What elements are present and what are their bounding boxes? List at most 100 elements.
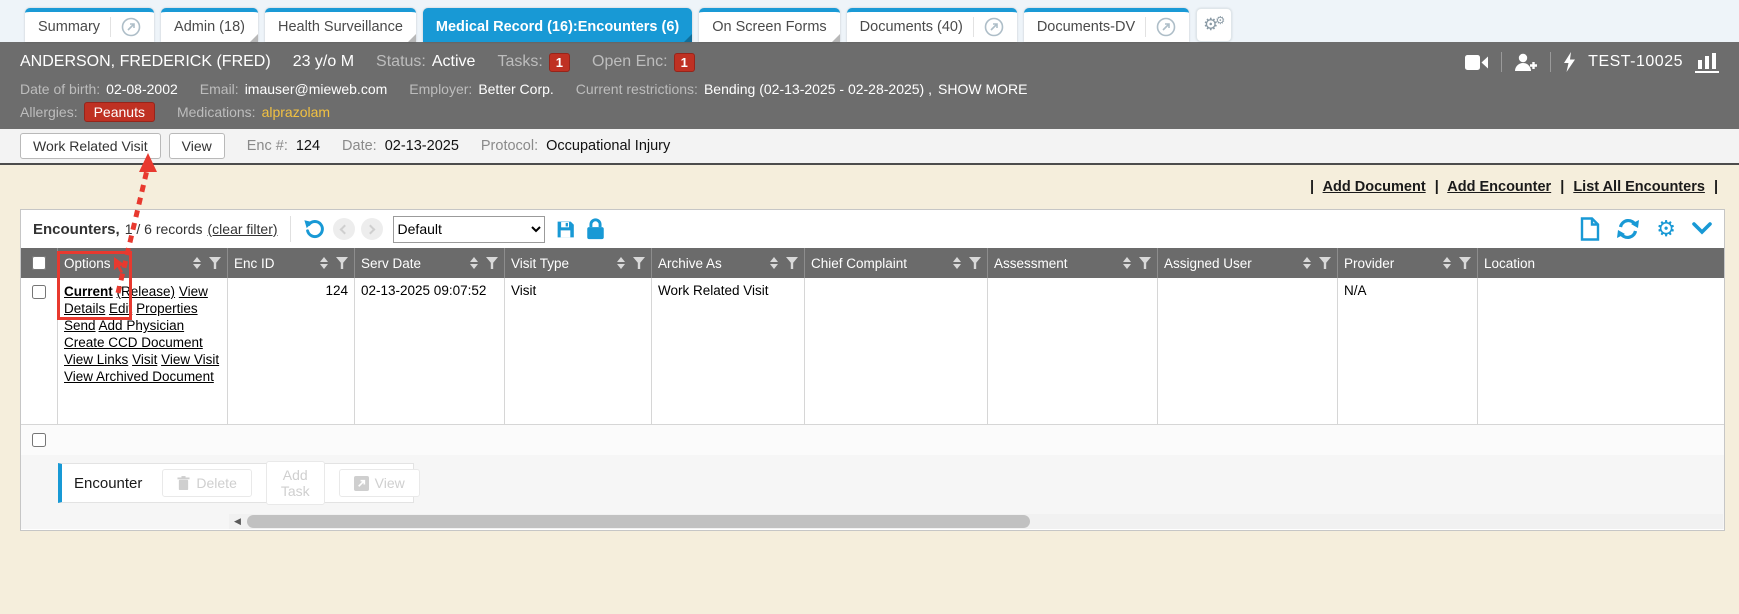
view-button[interactable]: View bbox=[169, 133, 225, 159]
option-link-edit[interactable]: Edit bbox=[109, 301, 132, 316]
grid-toolbar: Encounters, 1 / 6 records (clear filter)… bbox=[21, 210, 1724, 248]
external-link-icon[interactable] bbox=[110, 17, 141, 37]
option-link-properties[interactable]: Properties bbox=[136, 301, 198, 316]
tab-admin[interactable]: Admin (18) bbox=[161, 8, 258, 42]
scrollbar-thumb[interactable] bbox=[247, 515, 1030, 528]
column-header-provider[interactable]: Provider bbox=[1338, 248, 1478, 278]
filter-funnel-icon[interactable] bbox=[336, 257, 348, 269]
column-header-options[interactable]: Options bbox=[58, 248, 228, 278]
column-header-archive-as[interactable]: Archive As bbox=[652, 248, 805, 278]
row-checkbox[interactable] bbox=[32, 285, 46, 299]
column-header-enc-id[interactable]: Enc ID bbox=[228, 248, 355, 278]
bulk-select-checkbox[interactable] bbox=[32, 433, 46, 447]
sort-icon[interactable] bbox=[1303, 257, 1311, 269]
work-related-visit-button[interactable]: Work Related Visit bbox=[20, 133, 161, 159]
column-header-visit-type[interactable]: Visit Type bbox=[505, 248, 652, 278]
external-link-icon[interactable] bbox=[1145, 17, 1176, 37]
grid-settings-gear-icon[interactable]: ⚙︎ bbox=[1656, 218, 1676, 240]
date-label: Date: bbox=[342, 138, 377, 154]
sort-icon[interactable] bbox=[617, 257, 625, 269]
tab-documents[interactable]: Documents (40) bbox=[847, 8, 1017, 42]
option-link-current[interactable]: Current bbox=[64, 284, 113, 299]
previous-page-icon[interactable] bbox=[333, 218, 355, 240]
option-link-view-visit[interactable]: View Visit bbox=[161, 352, 219, 367]
medications-label: Medications: bbox=[177, 104, 256, 120]
filter-funnel-icon[interactable] bbox=[486, 257, 498, 269]
tasks-count-badge[interactable]: 1 bbox=[549, 53, 570, 72]
lock-view-icon[interactable] bbox=[586, 218, 605, 240]
filter-funnel-icon[interactable] bbox=[1139, 257, 1151, 269]
external-link-icon[interactable] bbox=[973, 17, 1004, 37]
sort-icon[interactable] bbox=[1443, 257, 1451, 269]
scrollbar-track[interactable] bbox=[246, 514, 1723, 529]
column-header-location[interactable]: Location bbox=[1478, 248, 1724, 278]
option-link-view-links[interactable]: View Links bbox=[64, 352, 128, 367]
sort-icon[interactable] bbox=[770, 257, 778, 269]
column-header-assessment[interactable]: Assessment bbox=[988, 248, 1158, 278]
reset-undo-icon[interactable] bbox=[303, 218, 325, 240]
tab-medical-record-encounters[interactable]: Medical Record (16):Encounters (6) bbox=[423, 8, 692, 42]
column-header-chief-complaint[interactable]: Chief Complaint bbox=[805, 248, 988, 278]
option-link-create-ccd[interactable]: Create CCD Document bbox=[64, 335, 203, 350]
sort-icon[interactable] bbox=[1123, 257, 1131, 269]
employer-label: Employer: bbox=[409, 81, 472, 97]
column-header-serv-date[interactable]: Serv Date bbox=[355, 248, 505, 278]
option-link-release[interactable]: (Release) bbox=[117, 284, 176, 299]
option-link-view-archived-document[interactable]: View Archived Document bbox=[64, 369, 214, 384]
option-link-visit[interactable]: Visit bbox=[132, 352, 157, 367]
refresh-icon[interactable] bbox=[1616, 217, 1640, 241]
add-encounter-link[interactable]: Add Encounter bbox=[1447, 179, 1551, 195]
filter-funnel-icon[interactable] bbox=[1319, 257, 1331, 269]
option-link-send[interactable]: Send bbox=[64, 318, 96, 333]
add-document-link[interactable]: Add Document bbox=[1323, 179, 1426, 195]
sort-icon[interactable] bbox=[470, 257, 478, 269]
allergy-badge[interactable]: Peanuts bbox=[84, 102, 155, 122]
option-link-add-physician[interactable]: Add Physician bbox=[99, 318, 185, 333]
medication-value[interactable]: alprazolam bbox=[262, 104, 330, 120]
select-all-checkbox[interactable] bbox=[32, 256, 46, 270]
filter-funnel-icon[interactable] bbox=[633, 257, 645, 269]
provider-cell: N/A bbox=[1338, 278, 1478, 424]
collapse-chevron-down-icon[interactable] bbox=[1692, 222, 1712, 236]
open-enc-count-badge[interactable]: 1 bbox=[674, 53, 695, 72]
lightning-bolt-icon[interactable] bbox=[1563, 52, 1576, 72]
options-cell: Current (Release) View Details Edit Prop… bbox=[58, 278, 228, 424]
tab-bar: Summary Admin (18) Health Surveillance M… bbox=[0, 0, 1739, 42]
delete-button[interactable]: Delete bbox=[162, 469, 251, 497]
sort-icon[interactable] bbox=[953, 257, 961, 269]
location-cell bbox=[1478, 278, 1724, 424]
flowsheet-chart-icon[interactable] bbox=[1695, 52, 1719, 73]
filter-funnel-icon[interactable] bbox=[209, 257, 221, 269]
tab-on-screen-forms[interactable]: On Screen Forms bbox=[699, 8, 839, 42]
patient-name: ANDERSON, FREDERICK (FRED) bbox=[20, 53, 271, 71]
new-document-icon[interactable] bbox=[1580, 217, 1600, 241]
tab-documents-dv[interactable]: Documents-DV bbox=[1024, 8, 1189, 42]
add-user-icon[interactable] bbox=[1514, 53, 1538, 72]
list-all-encounters-link[interactable]: List All Encounters bbox=[1573, 179, 1705, 195]
separator: | bbox=[1435, 179, 1439, 195]
column-header-assigned-user[interactable]: Assigned User bbox=[1158, 248, 1338, 278]
content-area: | Add Document | Add Encounter | List Al… bbox=[0, 165, 1739, 614]
save-view-icon[interactable] bbox=[555, 219, 576, 240]
view-encounter-button[interactable]: View bbox=[339, 469, 420, 497]
sort-icon[interactable] bbox=[193, 257, 201, 269]
horizontal-scrollbar[interactable]: ◀ bbox=[229, 513, 1723, 529]
patient-age-sex: 23 y/o M bbox=[293, 53, 354, 71]
filter-funnel-icon[interactable] bbox=[1459, 257, 1471, 269]
saved-view-select[interactable]: Default bbox=[393, 216, 545, 243]
email-value: imauser@mieweb.com bbox=[245, 81, 388, 97]
add-task-button[interactable]: Add Task bbox=[266, 461, 325, 505]
show-more-link[interactable]: SHOW MORE bbox=[938, 81, 1027, 97]
tab-summary[interactable]: Summary bbox=[25, 8, 154, 42]
tab-settings-gears-icon[interactable]: ⚙︎⚙︎ bbox=[1196, 8, 1232, 42]
filter-funnel-icon[interactable] bbox=[969, 257, 981, 269]
tab-health-surveillance[interactable]: Health Surveillance bbox=[265, 8, 416, 42]
clear-filter-link[interactable]: (clear filter) bbox=[208, 221, 278, 237]
bulk-select-row bbox=[21, 425, 1724, 455]
scroll-left-arrow-icon[interactable]: ◀ bbox=[229, 514, 246, 529]
next-page-icon[interactable] bbox=[361, 218, 383, 240]
sort-icon[interactable] bbox=[320, 257, 328, 269]
video-camera-icon[interactable] bbox=[1465, 54, 1489, 71]
filter-funnel-icon[interactable] bbox=[786, 257, 798, 269]
table-header-row: Options Enc ID Serv Date Visit Type Arch… bbox=[21, 248, 1724, 278]
